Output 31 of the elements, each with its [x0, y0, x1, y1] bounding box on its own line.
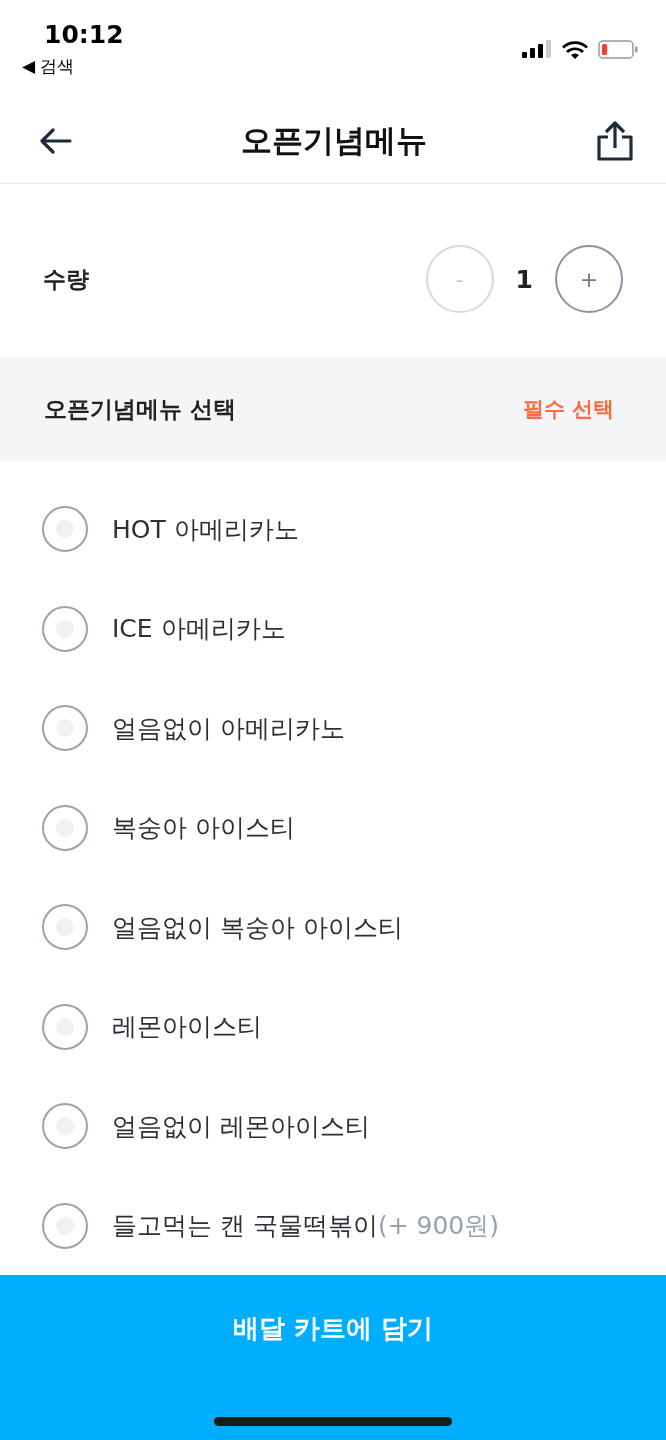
quantity-label: 수량	[43, 264, 89, 294]
radio-button[interactable]	[42, 1103, 88, 1149]
radio-button[interactable]	[42, 506, 88, 552]
add-to-cart-button[interactable]: 배달 카트에 담기	[0, 1275, 666, 1440]
radio-button[interactable]	[42, 705, 88, 751]
option-label: 얼음없이 아메리카노	[112, 712, 345, 745]
back-to-app-link[interactable]: ◀ 검색	[22, 55, 124, 78]
option-label: 얼음없이 복숭아 아이스티	[112, 911, 403, 944]
radio-button[interactable]	[42, 804, 88, 851]
option-label: 레몬아이스티	[112, 1011, 262, 1043]
signal-icon	[522, 40, 552, 58]
radio-button[interactable]	[42, 1003, 88, 1050]
option-label: 얼음없이 레몬아이스티	[112, 1110, 370, 1143]
option-label: 복숭아 아이스티	[112, 812, 295, 844]
radio-button[interactable]	[42, 605, 88, 652]
wifi-icon	[562, 39, 588, 59]
battery-icon	[598, 39, 638, 59]
status-time: 10:12	[43, 20, 124, 49]
quantity-value: 1	[515, 264, 533, 294]
radio-button[interactable]	[42, 1202, 88, 1249]
back-button[interactable]	[40, 127, 72, 154]
section-title: 오픈기념메뉴 선택	[44, 394, 236, 424]
extra-price: (+ 900원)	[377, 1210, 500, 1242]
increase-button[interactable]: +	[555, 245, 623, 314]
option-label: HOT 아메리카노	[112, 513, 299, 546]
option-label: ICE 아메리카노	[112, 613, 286, 645]
radio-button[interactable]	[42, 904, 88, 950]
option-label: 들고먹는 캔 국물떡볶이	[112, 1210, 378, 1242]
share-button[interactable]	[596, 120, 634, 161]
page-title: 오픈기념메뉴	[241, 120, 427, 160]
required-label: 필수 선택	[522, 396, 614, 424]
